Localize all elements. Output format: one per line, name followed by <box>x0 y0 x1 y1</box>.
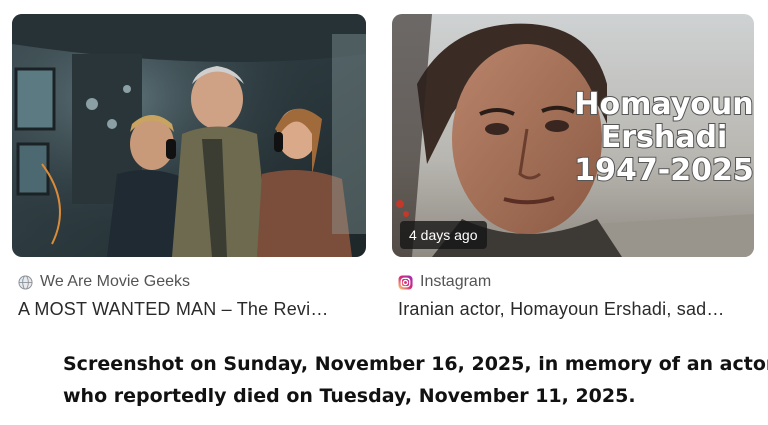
headline-link[interactable]: A MOST WANTED MAN – The Revi… <box>12 299 358 320</box>
tribute-thumbnail[interactable]: Homayoun Ershadi 1947-2025 4 days ago <box>392 14 754 257</box>
headline-link[interactable]: Iranian actor, Homayoun Ershadi, sad… <box>392 299 748 320</box>
news-card-we-are-movie-geeks[interactable]: We Are Movie Geeks A MOST WANTED MAN – T… <box>12 14 366 320</box>
note-line-2: who reportedly died on Tuesday, November… <box>63 385 636 407</box>
globe-icon <box>18 274 33 290</box>
overlay-years: 1947-2025 <box>574 153 753 188</box>
instagram-icon <box>398 274 413 290</box>
overlay-name-line2: Ershadi <box>601 120 728 155</box>
source-name[interactable]: Instagram <box>420 273 491 291</box>
movie-still-thumbnail[interactable] <box>12 14 366 257</box>
source-row: We Are Movie Geeks <box>12 273 366 291</box>
source-row: Instagram <box>392 273 754 291</box>
news-card-instagram[interactable]: Homayoun Ershadi 1947-2025 4 days ago In… <box>392 14 754 320</box>
note-line-1: Screenshot on Sunday, November 16, 2025,… <box>63 353 768 375</box>
overlay-name-line1: Homayoun <box>574 87 753 122</box>
source-name[interactable]: We Are Movie Geeks <box>40 273 190 291</box>
screenshot-note: Screenshot on Sunday, November 16, 2025,… <box>63 348 768 412</box>
movie-still-image <box>12 14 366 257</box>
age-badge: 4 days ago <box>400 221 487 249</box>
